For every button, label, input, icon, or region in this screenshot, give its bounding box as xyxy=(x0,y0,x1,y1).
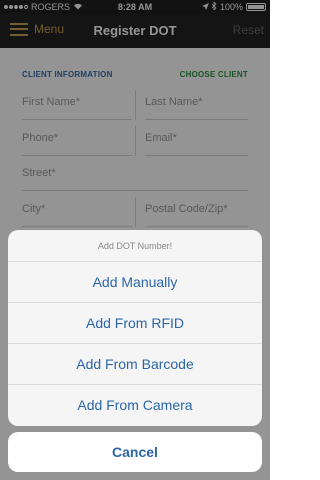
cancel-button[interactable]: Cancel xyxy=(8,432,262,472)
add-from-barcode-button[interactable]: Add From Barcode xyxy=(8,344,262,385)
action-sheet-title: Add DOT Number! xyxy=(8,230,262,262)
action-sheet: Add DOT Number! Add Manually Add From RF… xyxy=(8,230,262,426)
add-manually-button[interactable]: Add Manually xyxy=(8,262,262,303)
add-from-camera-button[interactable]: Add From Camera xyxy=(8,385,262,426)
add-from-rfid-button[interactable]: Add From RFID xyxy=(8,303,262,344)
